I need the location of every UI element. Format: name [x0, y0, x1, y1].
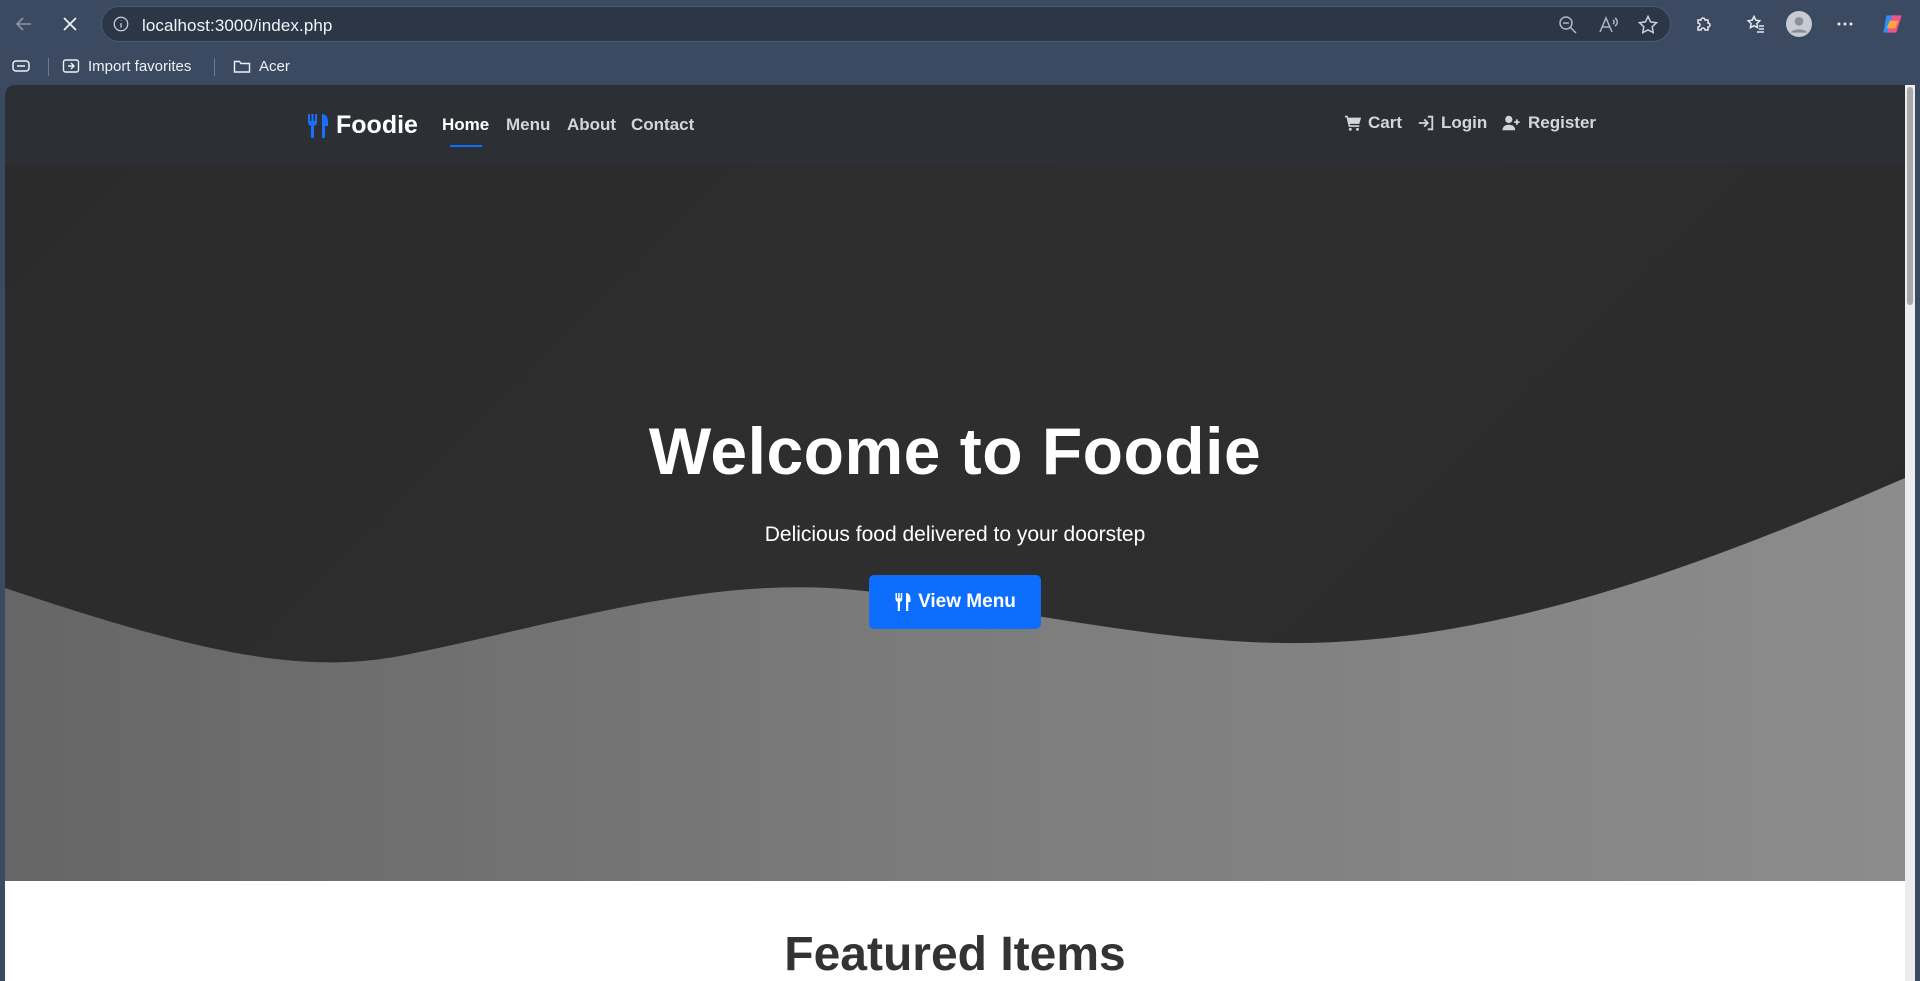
url-text[interactable]: localhost:3000/index.php [142, 16, 333, 36]
favorites-list-icon [1746, 14, 1764, 33]
more-horizontal-icon [1837, 22, 1853, 26]
featured-items-heading: Featured Items [784, 928, 1126, 981]
read-aloud-icon[interactable] [1597, 14, 1619, 36]
favorite-label: Acer [259, 57, 290, 75]
nav-link-menu[interactable]: Menu [506, 115, 550, 135]
nav-login-link[interactable]: Login [1417, 113, 1487, 133]
page-scrollbar[interactable] [1905, 85, 1915, 981]
nav-register-link[interactable]: Register [1501, 113, 1596, 133]
star-icon[interactable] [1637, 14, 1659, 36]
avatar-icon [1786, 11, 1812, 37]
nav-cart-link[interactable]: Cart [1344, 113, 1402, 133]
favorite-acer-folder[interactable]: Acer [233, 54, 290, 78]
nav-login-label: Login [1441, 113, 1488, 132]
user-plus-icon [1502, 115, 1520, 131]
active-nav-indicator [450, 145, 482, 147]
puzzle-icon [1697, 17, 1711, 31]
extensions-button[interactable] [1688, 8, 1720, 40]
scrollbar-thumb[interactable] [1907, 87, 1913, 305]
cart-icon [1344, 115, 1362, 131]
page-viewport: Foodie Home Menu About Contact Cart Logi… [5, 85, 1905, 981]
login-icon [1418, 115, 1434, 131]
favorites-button[interactable] [1740, 8, 1772, 40]
address-bar[interactable]: localhost:3000/index.php [101, 6, 1671, 42]
nav-cart-label: Cart [1368, 113, 1403, 132]
brand-logo[interactable]: Foodie [306, 111, 418, 140]
favorites-bar: Import favorites Acer [0, 48, 1920, 84]
site-navbar: Foodie Home Menu About Contact Cart Logi… [5, 85, 1905, 165]
more-options-button[interactable] [1829, 8, 1861, 40]
view-menu-button[interactable]: View Menu [869, 575, 1041, 629]
favorite-label: Import favorites [88, 57, 192, 75]
arrow-left-icon [15, 17, 31, 31]
hero-section: Welcome to Foodie Delicious food deliver… [5, 165, 1905, 881]
close-icon [63, 17, 77, 31]
browser-toolbar: localhost:3000/index.php [0, 0, 1920, 48]
copilot-button[interactable] [1877, 8, 1909, 40]
nav-register-label: Register [1528, 113, 1597, 132]
favorites-separator [48, 58, 49, 76]
stop-loading-button[interactable] [54, 8, 86, 40]
favorites-separator [214, 58, 215, 76]
nav-link-contact[interactable]: Contact [631, 115, 694, 135]
favorite-import-favorites[interactable]: Import favorites [62, 54, 191, 78]
view-menu-label: View Menu [918, 591, 1016, 612]
info-icon[interactable] [112, 15, 130, 33]
nav-link-home[interactable]: Home [442, 115, 489, 135]
nav-link-about[interactable]: About [567, 115, 616, 135]
zoom-out-icon[interactable] [1557, 14, 1579, 36]
utensils-icon [895, 593, 911, 611]
hero-subtitle: Delicious food delivered to your doorste… [764, 523, 1146, 546]
import-icon [62, 59, 80, 73]
brand-name: Foodie [336, 111, 418, 139]
back-button[interactable] [8, 8, 40, 40]
profile-button[interactable] [1783, 8, 1815, 40]
copilot-icon [1883, 15, 1902, 33]
hero-title: Welcome to Foodie [648, 414, 1262, 488]
folder-icon [233, 60, 251, 73]
utensils-icon [307, 113, 328, 138]
collections-icon[interactable] [11, 57, 31, 75]
